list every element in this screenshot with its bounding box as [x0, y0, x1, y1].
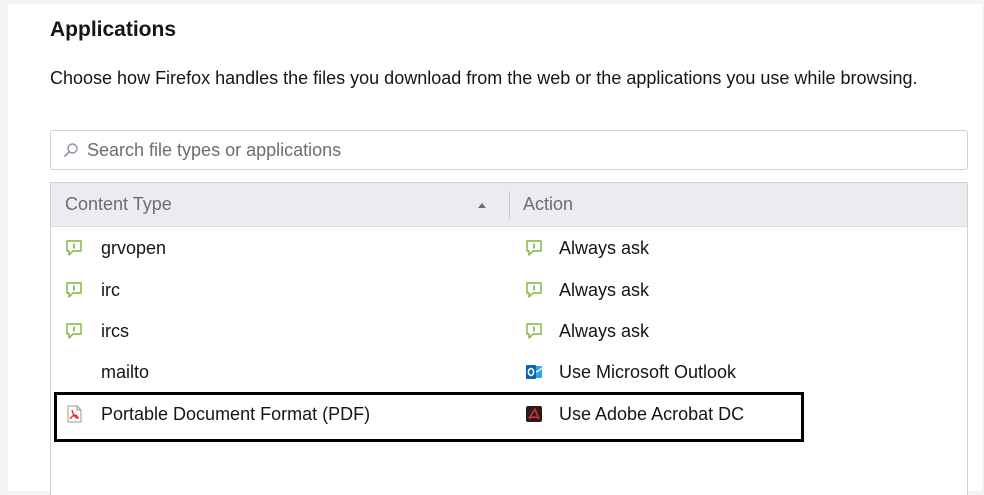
chat-bubble-icon: [526, 323, 542, 339]
chat-bubble-icon: [526, 282, 542, 298]
content-type-label: Portable Document Format (PDF): [101, 404, 371, 424]
applications-panel: Applications Choose how Firefox handles …: [8, 4, 982, 495]
table-row[interactable]: ircs Always ask: [51, 312, 967, 353]
action-select[interactable]: Use Microsoft Outlook: [559, 362, 736, 383]
chat-bubble-icon: [66, 323, 82, 339]
outlook-icon: [526, 365, 543, 379]
pdf-document-icon: [67, 405, 82, 423]
table-row[interactable]: Portable Document Format (PDF) Use Adobe…: [51, 395, 967, 436]
table-row[interactable]: irc Always ask: [51, 271, 967, 312]
content-type-label: ircs: [101, 321, 129, 341]
table-row[interactable]: grvopen Always ask: [51, 229, 967, 270]
action-select[interactable]: Always ask: [559, 280, 649, 301]
column-divider[interactable]: [509, 191, 510, 219]
content-type-label: mailto: [101, 362, 150, 382]
action-column-header[interactable]: Action: [523, 194, 573, 215]
search-input[interactable]: [87, 137, 947, 163]
acrobat-icon: [526, 406, 542, 422]
chat-bubble-icon: [66, 240, 82, 256]
section-title: Applications: [50, 18, 177, 41]
table-header: Content Type Action: [51, 183, 967, 227]
chat-bubble-icon: [66, 282, 82, 298]
action-select[interactable]: Always ask: [559, 321, 649, 342]
table-row[interactable]: mailto Use Microsoft Outlook: [51, 353, 967, 394]
content-type-label: irc: [101, 280, 120, 300]
applications-table: Content Type Action grvopen Always ask i…: [50, 182, 968, 495]
search-box[interactable]: [50, 130, 968, 170]
content-type-column-header[interactable]: Content Type: [65, 194, 172, 215]
action-select[interactable]: Use Adobe Acrobat DC: [559, 404, 744, 425]
content-type-label: grvopen: [101, 238, 167, 258]
section-description: Choose how Firefox handles the files you…: [50, 68, 918, 88]
chat-bubble-icon: [526, 240, 542, 256]
action-select[interactable]: Always ask: [559, 238, 649, 259]
search-icon: [64, 143, 78, 157]
sort-ascending-icon[interactable]: [477, 201, 487, 209]
